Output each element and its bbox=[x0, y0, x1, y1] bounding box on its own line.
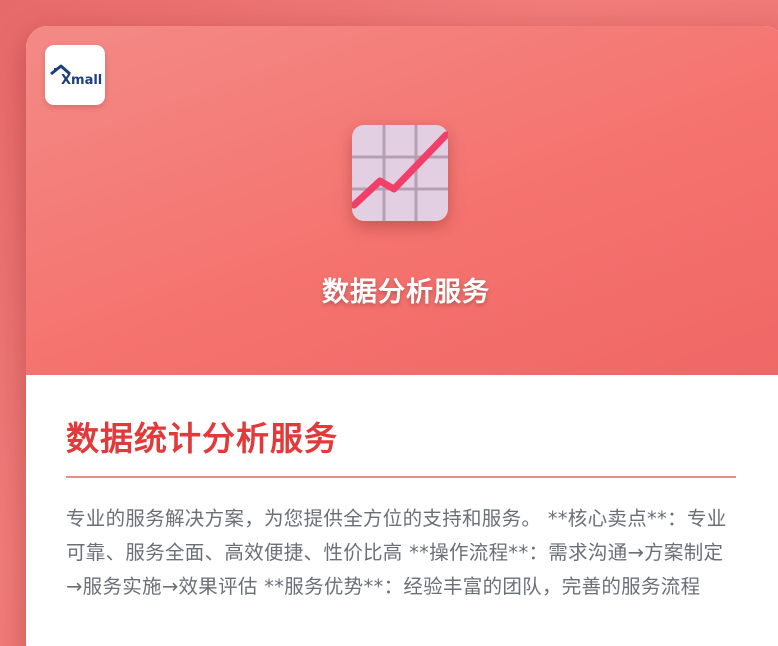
content-section: 数据统计分析服务 专业的服务解决方案，为您提供全方位的支持和服务。 **核心卖点… bbox=[66, 375, 736, 624]
brand-logo[interactable]: Xmall bbox=[45, 45, 105, 105]
hero-title: 数据分析服务 bbox=[322, 277, 490, 308]
xmall-logo-icon: Xmall bbox=[50, 64, 102, 88]
service-card: Xmall 数据分析服务 数据统计分析服务 专业的服务解决方案，为您提供全方位的… bbox=[26, 26, 778, 646]
hero-banner: Xmall 数据分析服务 bbox=[26, 26, 778, 375]
section-title: 数据统计分析服务 bbox=[66, 419, 338, 458]
line-chart-grid-icon bbox=[352, 125, 448, 221]
service-description: 专业的服务解决方案，为您提供全方位的支持和服务。 **核心卖点**：专业可靠、服… bbox=[66, 507, 727, 598]
logo-wordmark: Xmall bbox=[61, 73, 102, 88]
title-divider bbox=[66, 476, 736, 478]
